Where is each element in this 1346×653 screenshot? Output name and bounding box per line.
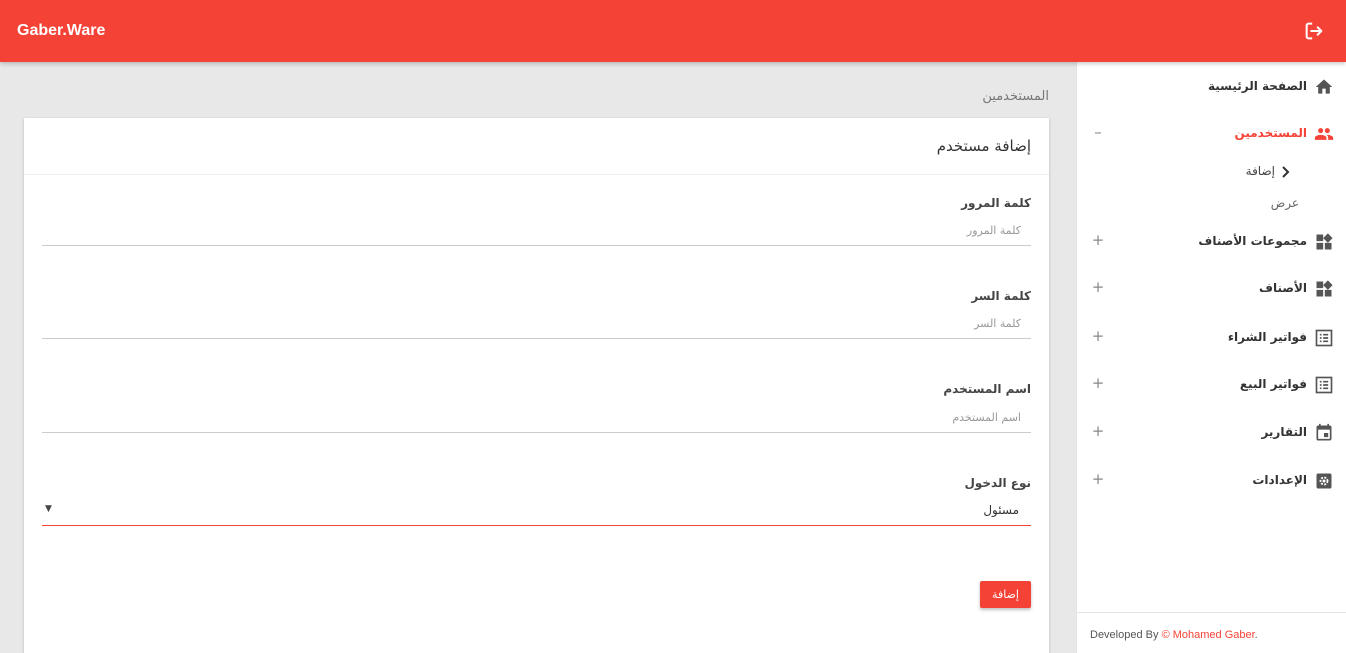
- expand-icon[interactable]: +: [1091, 231, 1105, 249]
- sidebar-item-label: المستخدمين: [1234, 126, 1307, 140]
- username-input[interactable]: [42, 403, 1031, 433]
- settings-icon: [1316, 473, 1332, 489]
- sidebar-footer: Developed By © Mohamed Gaber.: [1077, 612, 1346, 653]
- list-icon: [1315, 376, 1333, 394]
- sidebar-item-category-groups[interactable]: مجموعات الأصناف +: [1077, 223, 1346, 259]
- sidebar-item-label: التقارير: [1261, 425, 1307, 439]
- card-header: إضافة مستخدم: [24, 118, 1049, 175]
- login-type-value: مسئول: [983, 503, 1019, 517]
- sidebar-item-label: الإعدادات: [1252, 473, 1307, 487]
- list-icon: [1315, 329, 1333, 347]
- sidebar-item-sales-invoices[interactable]: فواتير البيع +: [1077, 366, 1346, 402]
- login-type-select[interactable]: مسئول ▼: [42, 496, 1031, 526]
- sidebar-item-users[interactable]: المستخدمين –: [1077, 115, 1346, 151]
- secret-input[interactable]: [42, 309, 1031, 339]
- submenu-item-view-users[interactable]: عرض: [1271, 196, 1299, 210]
- submenu-item-add-user[interactable]: إضافة: [1246, 164, 1275, 178]
- sidebar-item-label: الصفحة الرئيسية: [1207, 79, 1307, 93]
- expand-icon[interactable]: +: [1091, 374, 1105, 392]
- sidebar-item-label: فواتير الشراء: [1227, 330, 1307, 344]
- widgets-icon: [1316, 280, 1333, 297]
- sidebar-item-home[interactable]: الصفحة الرئيسية: [1077, 68, 1346, 104]
- expand-icon[interactable]: +: [1091, 278, 1105, 296]
- chevron-right-icon: [1282, 166, 1290, 178]
- expand-icon[interactable]: +: [1091, 422, 1105, 440]
- password-label: كلمة المرور: [961, 196, 1031, 210]
- secret-label: كلمة السر: [971, 289, 1031, 303]
- sidebar-item-reports[interactable]: التقارير +: [1077, 414, 1346, 450]
- add-user-button[interactable]: إضافة: [980, 581, 1031, 608]
- credit-prefix: Developed By: [1090, 629, 1159, 641]
- password-input[interactable]: [42, 216, 1031, 246]
- brand-logo[interactable]: Gaber.Ware: [17, 22, 105, 40]
- sidebar-item-categories[interactable]: الأصناف +: [1077, 270, 1346, 306]
- breadcrumb: المستخدمين: [982, 89, 1049, 104]
- sidebar-item-label: الأصناف: [1259, 281, 1307, 295]
- username-label: اسم المستخدم: [943, 382, 1031, 396]
- sidebar-item-purchase-invoices[interactable]: فواتير الشراء +: [1077, 319, 1346, 355]
- sidebar-item-label: مجموعات الأصناف: [1198, 234, 1307, 248]
- calendar-icon: [1316, 423, 1332, 441]
- collapse-icon[interactable]: –: [1091, 123, 1105, 141]
- developer-name-link[interactable]: Mohamed Gaber: [1173, 629, 1255, 641]
- expand-icon[interactable]: +: [1091, 327, 1105, 345]
- card-title: إضافة مستخدم: [936, 137, 1031, 155]
- widgets-icon: [1316, 233, 1333, 250]
- logout-icon[interactable]: [1303, 20, 1325, 42]
- expand-icon[interactable]: +: [1091, 470, 1105, 488]
- developer-credit: Developed By © Mohamed Gaber.: [1090, 629, 1258, 641]
- dropdown-arrow-icon: ▼: [45, 504, 52, 514]
- add-user-card: إضافة مستخدم كلمة المرور كلمة السر اسم ا…: [24, 118, 1049, 653]
- users-icon: [1314, 128, 1334, 140]
- home-icon: [1315, 79, 1333, 94]
- login-type-label: نوع الدخول: [964, 476, 1031, 490]
- sidebar: الصفحة الرئيسية المستخدمين – إضافة عرض م…: [1076, 62, 1346, 653]
- sidebar-item-label: فواتير البيع: [1239, 377, 1307, 391]
- sidebar-item-settings[interactable]: الإعدادات +: [1077, 462, 1346, 498]
- top-app-bar: Gaber.Ware: [0, 0, 1346, 62]
- copyright-symbol: ©: [1161, 629, 1170, 641]
- credit-suffix: .: [1254, 629, 1258, 641]
